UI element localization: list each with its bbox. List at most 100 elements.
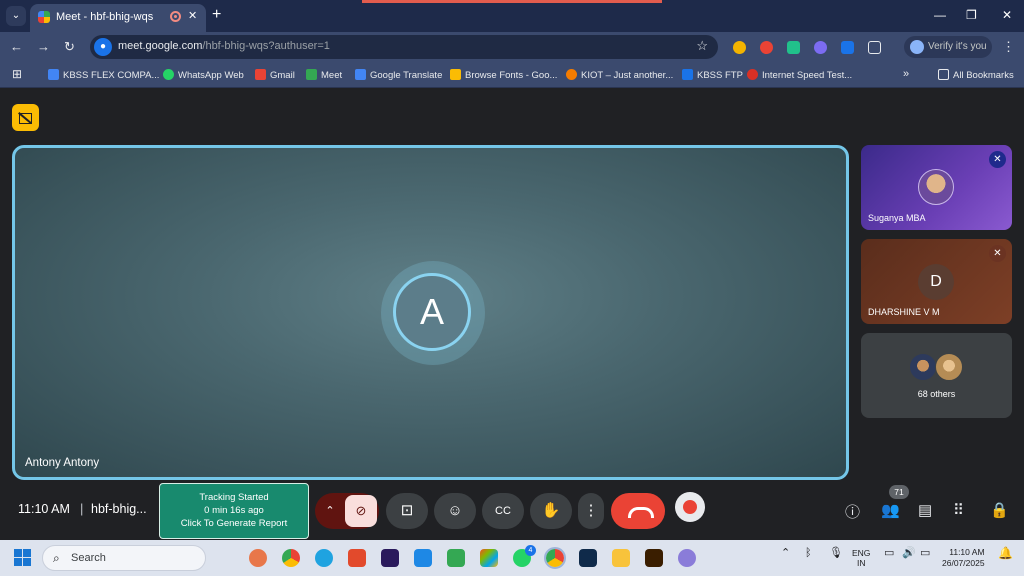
profile-avatar (910, 40, 924, 54)
captions-icon: CC (495, 505, 511, 517)
meet-favicon-icon (38, 11, 50, 23)
extension-icon-3[interactable] (787, 41, 800, 54)
speedtest-icon (747, 69, 758, 80)
extension-icon-1[interactable] (733, 41, 746, 54)
active-tab[interactable]: Meet - hbf-bhig-wqs ✕ (30, 4, 206, 32)
chat-icon[interactable]: ▤ (918, 501, 932, 519)
extension-icon-4[interactable] (814, 41, 827, 54)
reload-icon[interactable]: ↻ (64, 39, 75, 55)
bookmark-item[interactable]: KIOT – Just another... (566, 69, 673, 81)
taskbar-search[interactable]: ⌕ Search (42, 545, 206, 571)
bluetooth-icon[interactable]: ᛒ (805, 548, 812, 559)
bookmark-item[interactable]: Browse Fonts - Goo... (450, 69, 557, 81)
bookmark-item[interactable]: Google Translate (355, 69, 442, 81)
profile-button[interactable]: Verify it's you (904, 36, 992, 58)
host-controls-lock-icon[interactable]: 🔒 (990, 501, 1009, 519)
recording-indicator-icon (170, 11, 181, 22)
tab-close-icon[interactable]: ✕ (188, 9, 197, 22)
camera-off-indicator-icon[interactable] (12, 104, 39, 131)
participant-avatar: D (918, 264, 954, 300)
participant-tile[interactable]: D ✕ DHARSHINE V M (861, 239, 1012, 324)
bookmark-item[interactable]: Gmail (255, 69, 295, 81)
app-icon[interactable] (414, 549, 432, 567)
tracking-report-button[interactable]: Tracking Started 0 min 16s ago Click To … (159, 483, 309, 539)
chrome-menu-icon[interactable]: ⋮ (1002, 39, 1015, 55)
raise-hand-button[interactable]: ✋ (530, 493, 572, 529)
others-count-label: 68 others (917, 389, 956, 399)
participant-avatar: A (393, 273, 471, 351)
notifications-bell-icon[interactable]: 🔔 (998, 547, 1013, 559)
app-icon[interactable] (678, 549, 696, 567)
illustrator-icon[interactable] (645, 549, 663, 567)
play-store-icon[interactable] (447, 549, 465, 567)
minimize-button[interactable]: — (934, 8, 946, 22)
url-text: meet.google.com/hbf-bhig-wqs?authuser=1 (118, 40, 330, 52)
tab-search-button[interactable]: ⌄ (6, 6, 26, 26)
bookmark-item[interactable]: Meet (306, 69, 342, 81)
premiere-icon[interactable] (381, 549, 399, 567)
back-icon[interactable]: ← (10, 39, 23, 54)
all-bookmarks-button[interactable]: All Bookmarks (938, 69, 1014, 81)
battery-icon[interactable]: ▭ (920, 548, 930, 559)
store-icon[interactable] (480, 549, 498, 567)
camera-off-icon[interactable]: ⊘ (345, 495, 377, 527)
edge-icon[interactable] (315, 549, 333, 567)
activities-grid-icon[interactable]: ⠿ (953, 501, 964, 519)
profile-label: Verify it's you (928, 41, 987, 52)
new-tab-button[interactable]: + (212, 6, 221, 24)
leave-call-button[interactable] (611, 493, 665, 529)
display-icon[interactable]: ▭ (884, 548, 894, 559)
bookmark-star-icon[interactable]: ☆ (696, 38, 708, 54)
restore-button[interactable]: ❐ (966, 8, 977, 22)
close-window-button[interactable]: ✕ (1002, 8, 1012, 22)
chrome-icon[interactable] (282, 549, 300, 567)
forward-icon[interactable]: → (37, 39, 50, 54)
meeting-time: 11:10 AM (18, 502, 70, 516)
photoshop-icon[interactable] (579, 549, 597, 567)
bookmark-item[interactable]: Internet Speed Test... (747, 69, 852, 81)
search-icon: ⌕ (53, 551, 60, 565)
file-explorer-icon[interactable] (612, 549, 630, 567)
bookmark-item[interactable]: KBSS FLEX COMPA... (48, 69, 159, 81)
meet-stage: A Antony Antony ✕ Suganya MBA D ✕ DHARSH… (0, 88, 1024, 540)
people-icon[interactable]: 👥 (881, 501, 900, 519)
ftp-icon (682, 69, 693, 80)
volume-icon[interactable]: 🔊 (902, 548, 916, 559)
tracking-elapsed: 0 min 16s ago (204, 505, 264, 516)
bookmark-item[interactable]: WhatsApp Web (163, 69, 244, 81)
taskbar-clock[interactable]: 11:10 AM 26/07/2025 (942, 547, 985, 569)
main-participant-tile[interactable]: A Antony Antony (12, 145, 849, 480)
present-screen-button[interactable]: ⊡ (386, 493, 428, 529)
more-options-button[interactable]: ⋮ (578, 493, 604, 529)
bookmarks-overflow-icon[interactable]: » (903, 68, 909, 80)
participant-count-badge: 71 (889, 485, 909, 499)
address-bar[interactable]: ● meet.google.com/hbf-bhig-wqs?authuser=… (90, 35, 718, 59)
meeting-info-icon[interactable]: ⓘ (845, 501, 860, 522)
windows-start-icon[interactable] (14, 549, 32, 567)
present-screen-icon: ⊡ (400, 502, 414, 519)
language-indicator[interactable]: ENG IN (852, 548, 870, 568)
camera-control: ⌃ ⊘ (315, 493, 379, 529)
reactions-button[interactable]: ☺ (434, 493, 476, 529)
others-tile[interactable]: 68 others (861, 333, 1012, 418)
app-icon[interactable] (249, 549, 267, 567)
generate-report-label: Click To Generate Report (180, 518, 288, 529)
mic-muted-icon: ✕ (989, 245, 1006, 262)
participant-name: Antony Antony (25, 457, 100, 469)
chrome-active-icon[interactable] (544, 547, 566, 569)
extension-icon-5[interactable] (841, 41, 854, 54)
mic-in-use-icon[interactable]: ● (94, 38, 112, 56)
captions-button[interactable]: CC (482, 493, 524, 529)
search-label: Search (71, 552, 106, 564)
extension-icon-2[interactable] (760, 41, 773, 54)
tray-chevron-icon[interactable]: ⌃ (781, 548, 790, 559)
bookmark-item[interactable]: KBSS FTP (682, 69, 743, 81)
camera-options-chevron-icon[interactable]: ⌃ (315, 493, 345, 529)
screen-share-indicator (362, 0, 662, 3)
record-button[interactable] (675, 492, 705, 522)
app-icon[interactable] (348, 549, 366, 567)
extensions-puzzle-icon[interactable] (868, 41, 881, 54)
apps-grid-icon[interactable]: ⊞ (12, 67, 22, 81)
participant-tile[interactable]: ✕ Suganya MBA (861, 145, 1012, 230)
microphone-icon[interactable]: 🎙 (829, 548, 843, 559)
